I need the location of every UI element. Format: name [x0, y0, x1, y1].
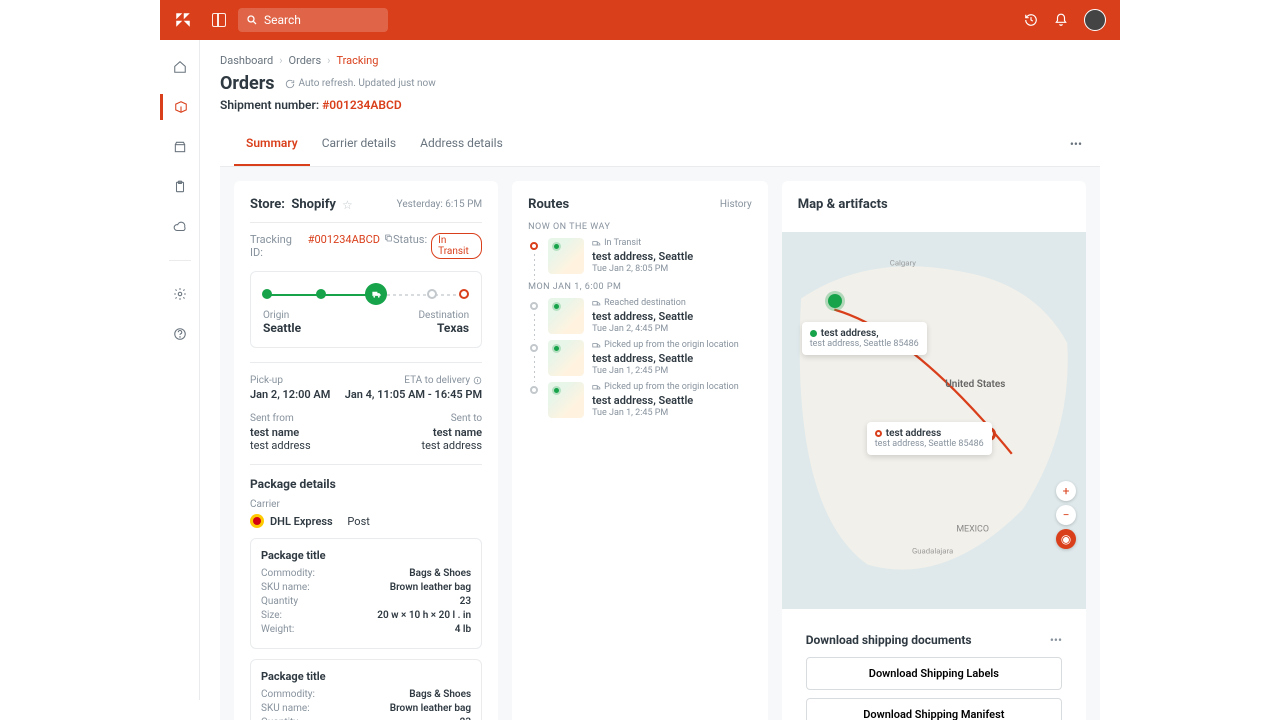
svg-text:Calgary: Calgary [889, 258, 915, 267]
status-badge: In Transit [431, 233, 482, 259]
route-event: Picked up from the origin location test … [528, 340, 752, 376]
package-item: Package title Commodity:Bags & Shoes SKU… [250, 659, 482, 720]
route-event: In Transit test address, Seattle Tue Jan… [528, 238, 752, 274]
tab-carrier-details[interactable]: Carrier details [310, 122, 408, 166]
package-item: Package title Commodity:Bags & Shoes SKU… [250, 538, 482, 649]
copy-icon[interactable] [384, 233, 393, 243]
search-input[interactable]: Search [238, 8, 388, 32]
sidebar-home[interactable] [160, 54, 200, 80]
brand-logo[interactable] [174, 11, 192, 29]
sidebar-clipboard[interactable] [160, 174, 200, 200]
breadcrumb: Dashboard› Orders› Tracking [220, 54, 1100, 67]
sidebar-cloud[interactable] [160, 214, 200, 240]
store-label: Store: [250, 197, 285, 212]
history-icon[interactable] [1024, 13, 1038, 27]
bell-icon[interactable] [1054, 13, 1068, 27]
panel-toggle-icon[interactable] [212, 13, 226, 27]
carrier-name: DHL Express Post [250, 514, 482, 528]
store-name: Shopify [291, 197, 336, 212]
store-timestamp: Yesterday: 6:15 PM [397, 199, 482, 210]
svg-text:United States: United States [945, 379, 1005, 390]
routes-title: Routes [528, 197, 569, 212]
sidebar-orders[interactable] [160, 94, 200, 120]
tracking-id: #001234ABCD [308, 233, 380, 259]
map-zoom-out[interactable]: − [1056, 505, 1076, 525]
sidebar-settings[interactable] [160, 281, 200, 307]
map-info-card: test address test address, Seattle 85486 [867, 422, 992, 455]
route-event: Reached destination test address, Seattl… [528, 298, 752, 334]
map-zoom-in[interactable]: + [1056, 481, 1076, 501]
download-manifest-button[interactable]: Download Shipping Manifest [806, 698, 1062, 720]
downloads-more-icon[interactable]: ••• [1050, 633, 1062, 647]
shipment-number: #001234ABCD [322, 98, 402, 112]
tab-more-icon[interactable]: ••• [1066, 137, 1086, 151]
route-event: Picked up from the origin location test … [528, 382, 752, 418]
map-locate[interactable]: ◉ [1056, 529, 1076, 549]
downloads-title: Download shipping documents [806, 633, 972, 647]
search-placeholder: Search [264, 13, 301, 27]
sidebar-help[interactable] [160, 321, 200, 347]
map-title: Map & artifacts [798, 197, 888, 212]
page-title: Orders [220, 73, 275, 94]
transit-progress: OriginSeattle DestinationTexas [250, 271, 482, 348]
tab-summary[interactable]: Summary [234, 122, 310, 166]
svg-text:MEXICO: MEXICO [956, 524, 989, 534]
dhl-icon [250, 514, 264, 528]
refresh-note: Auto refresh. Updated just now [285, 78, 436, 89]
map[interactable]: United States MEXICO Calgary Guadalajara… [782, 232, 1086, 609]
map-pin-origin[interactable] [828, 294, 842, 308]
sidebar-store[interactable] [160, 134, 200, 160]
package-details-title: Package details [250, 477, 482, 491]
avatar[interactable] [1084, 9, 1106, 31]
star-icon[interactable]: ☆ [342, 198, 353, 212]
tab-address-details[interactable]: Address details [408, 122, 515, 166]
shipment-label: Shipment number: [220, 98, 319, 112]
download-labels-button[interactable]: Download Shipping Labels [806, 657, 1062, 690]
map-info-card: test address, test address, Seattle 8548… [802, 322, 927, 355]
routes-history-link[interactable]: History [720, 199, 752, 210]
svg-text:Guadalajara: Guadalajara [912, 547, 953, 556]
